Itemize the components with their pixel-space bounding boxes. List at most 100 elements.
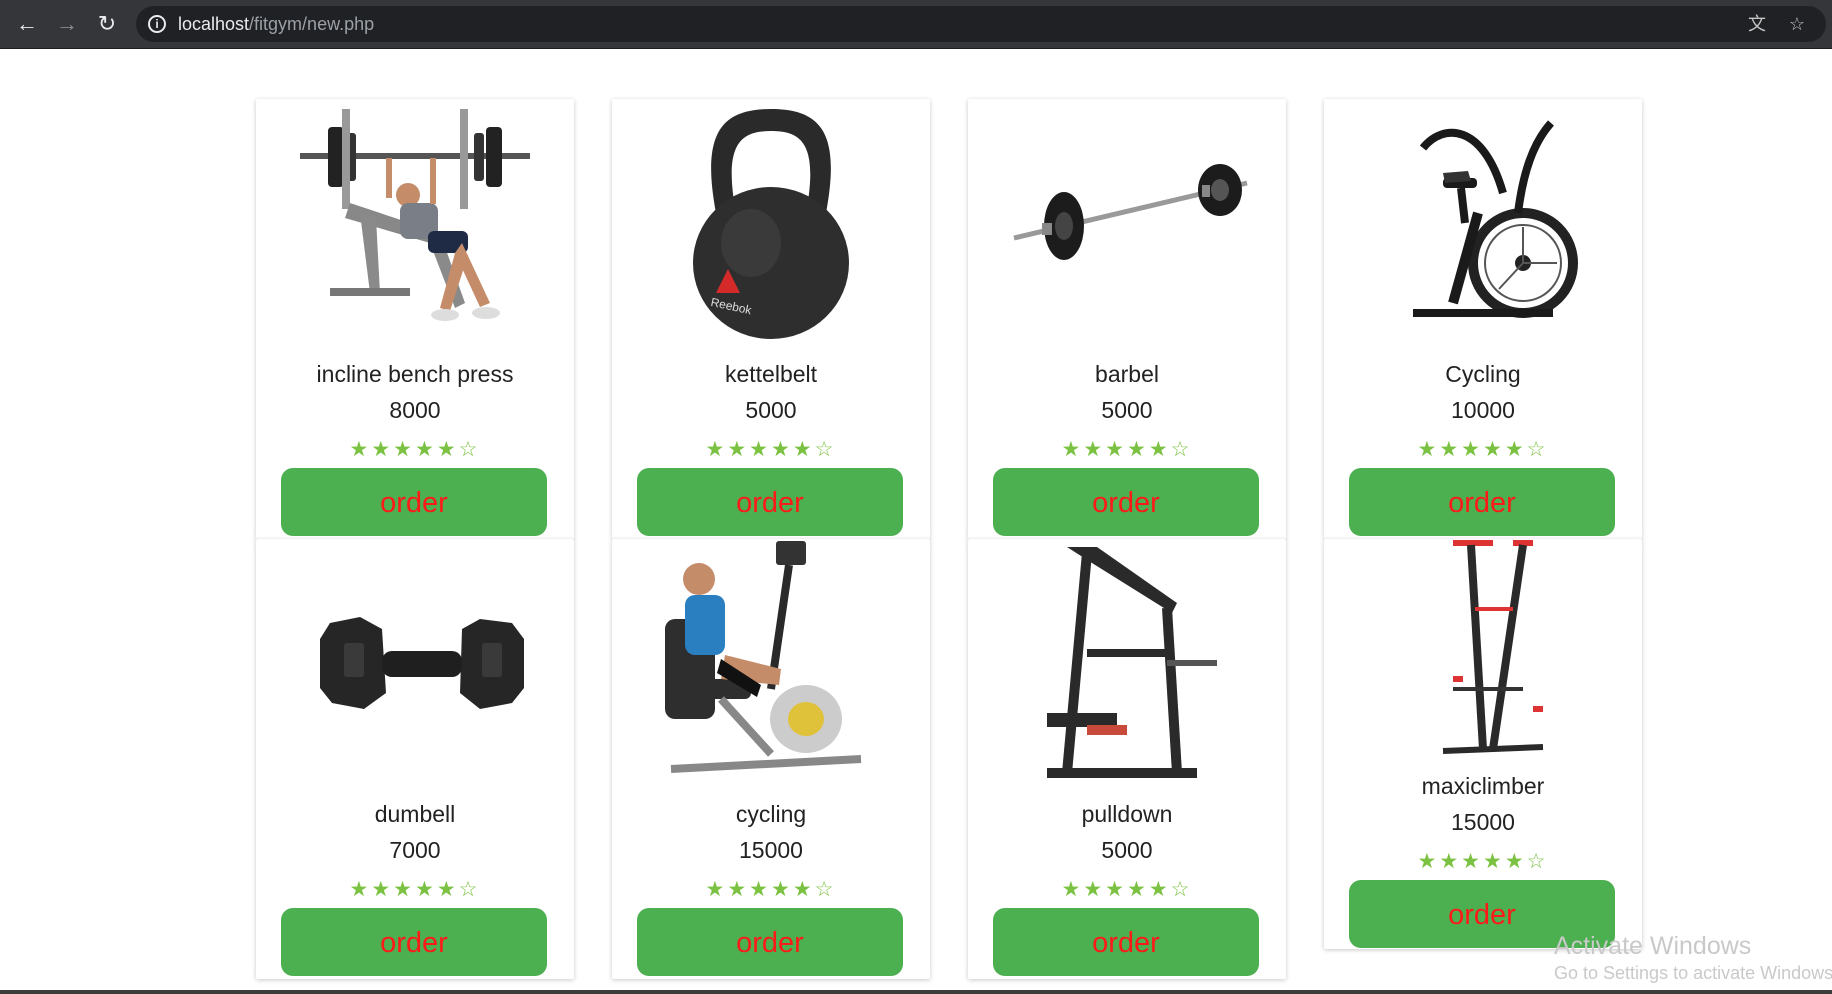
- browser-toolbar: ← → ↻ i localhost/fitgym/new.php 文 ☆: [0, 0, 1832, 49]
- product-card: maxiclimber 15000 ★★★★★☆ order: [1324, 539, 1642, 949]
- star-filled-icon: ★: [1061, 878, 1084, 901]
- star-filled-icon: ★: [727, 438, 750, 461]
- product-name: barbel: [1095, 361, 1159, 387]
- star-filled-icon: ★: [771, 438, 793, 461]
- info-icon[interactable]: i: [148, 15, 166, 33]
- product-name: maxiclimber: [1421, 773, 1545, 799]
- star-filled-icon: ★: [727, 878, 750, 901]
- star-rating: ★★★★★☆: [612, 438, 930, 462]
- product-name: cycling: [735, 801, 807, 827]
- bookmark-star-icon[interactable]: ☆: [1786, 14, 1808, 34]
- star-filled-icon: ★: [1127, 878, 1149, 901]
- star-filled-icon: ★: [1148, 438, 1171, 461]
- product-card: pulldown 5000 ★★★★★☆ order: [968, 539, 1286, 979]
- url-text[interactable]: localhost/fitgym/new.php: [178, 6, 374, 42]
- product-card: Cycling 10000 ★★★★★☆ order: [1324, 99, 1642, 539]
- star-filled-icon: ★: [749, 878, 771, 901]
- star-filled-icon: ★: [1417, 850, 1440, 873]
- product-name: kettelbelt: [724, 361, 818, 387]
- star-filled-icon: ★: [393, 878, 415, 901]
- star-empty-icon: ☆: [814, 878, 837, 901]
- order-button[interactable]: order: [993, 908, 1259, 976]
- product-name: Cycling: [1445, 361, 1521, 387]
- address-bar[interactable]: i localhost/fitgym/new.php 文 ☆: [136, 6, 1826, 42]
- star-filled-icon: ★: [771, 878, 793, 901]
- order-button[interactable]: order: [1349, 468, 1615, 536]
- star-filled-icon: ★: [1483, 438, 1505, 461]
- star-filled-icon: ★: [371, 878, 394, 901]
- product-price: 10000: [1451, 397, 1515, 423]
- product-name: incline bench press: [316, 361, 514, 387]
- star-filled-icon: ★: [1061, 438, 1084, 461]
- star-filled-icon: ★: [1148, 878, 1171, 901]
- product-card: Reebok kettelbelt 5000 ★★★★★☆ order: [612, 99, 930, 539]
- star-empty-icon: ☆: [1526, 850, 1549, 873]
- dumbbell-image: [256, 543, 574, 783]
- url-path: /fitgym/new.php: [249, 14, 375, 34]
- star-filled-icon: ★: [1083, 878, 1106, 901]
- product-price: 5000: [1101, 397, 1153, 423]
- star-filled-icon: ★: [436, 878, 459, 901]
- order-button[interactable]: order: [993, 468, 1259, 536]
- watermark-subtitle: Go to Settings to activate Windows.: [1554, 963, 1832, 983]
- star-filled-icon: ★: [371, 438, 394, 461]
- star-filled-icon: ★: [1461, 850, 1483, 873]
- scrollbar-track: [0, 990, 1832, 994]
- star-rating: ★★★★★☆: [1324, 850, 1642, 874]
- star-filled-icon: ★: [349, 878, 372, 901]
- reload-icon[interactable]: ↻: [94, 11, 120, 37]
- star-filled-icon: ★: [749, 438, 771, 461]
- star-empty-icon: ☆: [1526, 438, 1549, 461]
- url-host: localhost: [178, 14, 250, 34]
- order-button[interactable]: order: [637, 468, 903, 536]
- star-filled-icon: ★: [705, 878, 728, 901]
- star-filled-icon: ★: [1417, 438, 1440, 461]
- maxiclimber-image: [1324, 539, 1642, 759]
- product-name: pulldown: [1081, 801, 1173, 827]
- product-name: dumbell: [374, 801, 456, 827]
- star-empty-icon: ☆: [458, 438, 481, 461]
- incline-bench-press-image: [256, 103, 574, 343]
- pulldown-machine-image: [968, 543, 1286, 783]
- product-card: dumbell 7000 ★★★★★☆ order: [256, 539, 574, 979]
- product-price: 5000: [1101, 837, 1153, 863]
- product-price: 15000: [1451, 809, 1515, 835]
- star-filled-icon: ★: [792, 878, 815, 901]
- forward-arrow-icon[interactable]: →: [54, 11, 80, 37]
- order-button[interactable]: order: [281, 468, 547, 536]
- star-filled-icon: ★: [1504, 438, 1527, 461]
- windows-activation-watermark: Activate Windows Go to Settings to activ…: [1554, 932, 1832, 984]
- order-button[interactable]: order: [637, 908, 903, 976]
- star-filled-icon: ★: [393, 438, 415, 461]
- star-filled-icon: ★: [1504, 850, 1527, 873]
- star-filled-icon: ★: [705, 438, 728, 461]
- star-filled-icon: ★: [792, 438, 815, 461]
- product-price: 15000: [739, 837, 803, 863]
- star-filled-icon: ★: [415, 878, 437, 901]
- product-card: incline bench press 8000 ★★★★★☆ order: [256, 99, 574, 539]
- star-rating: ★★★★★☆: [612, 878, 930, 902]
- translate-icon[interactable]: 文: [1746, 14, 1768, 34]
- star-filled-icon: ★: [1083, 438, 1106, 461]
- star-rating: ★★★★★☆: [1324, 438, 1642, 462]
- order-button[interactable]: order: [281, 908, 547, 976]
- star-empty-icon: ☆: [458, 878, 481, 901]
- star-filled-icon: ★: [415, 438, 437, 461]
- product-card: barbel 5000 ★★★★★☆ order: [968, 99, 1286, 539]
- star-filled-icon: ★: [1439, 850, 1462, 873]
- barbell-image: [968, 103, 1286, 343]
- star-empty-icon: ☆: [1170, 438, 1193, 461]
- product-card: cycling 15000 ★★★★★☆ order: [612, 539, 930, 979]
- star-rating: ★★★★★☆: [968, 878, 1286, 902]
- star-empty-icon: ☆: [814, 438, 837, 461]
- back-arrow-icon[interactable]: ←: [14, 11, 40, 37]
- star-filled-icon: ★: [1439, 438, 1462, 461]
- star-filled-icon: ★: [349, 438, 372, 461]
- star-filled-icon: ★: [1105, 438, 1127, 461]
- product-price: 5000: [745, 397, 797, 423]
- product-price: 7000: [389, 837, 441, 863]
- star-filled-icon: ★: [1105, 878, 1127, 901]
- star-rating: ★★★★★☆: [256, 878, 574, 902]
- star-filled-icon: ★: [1483, 850, 1505, 873]
- star-rating: ★★★★★☆: [968, 438, 1286, 462]
